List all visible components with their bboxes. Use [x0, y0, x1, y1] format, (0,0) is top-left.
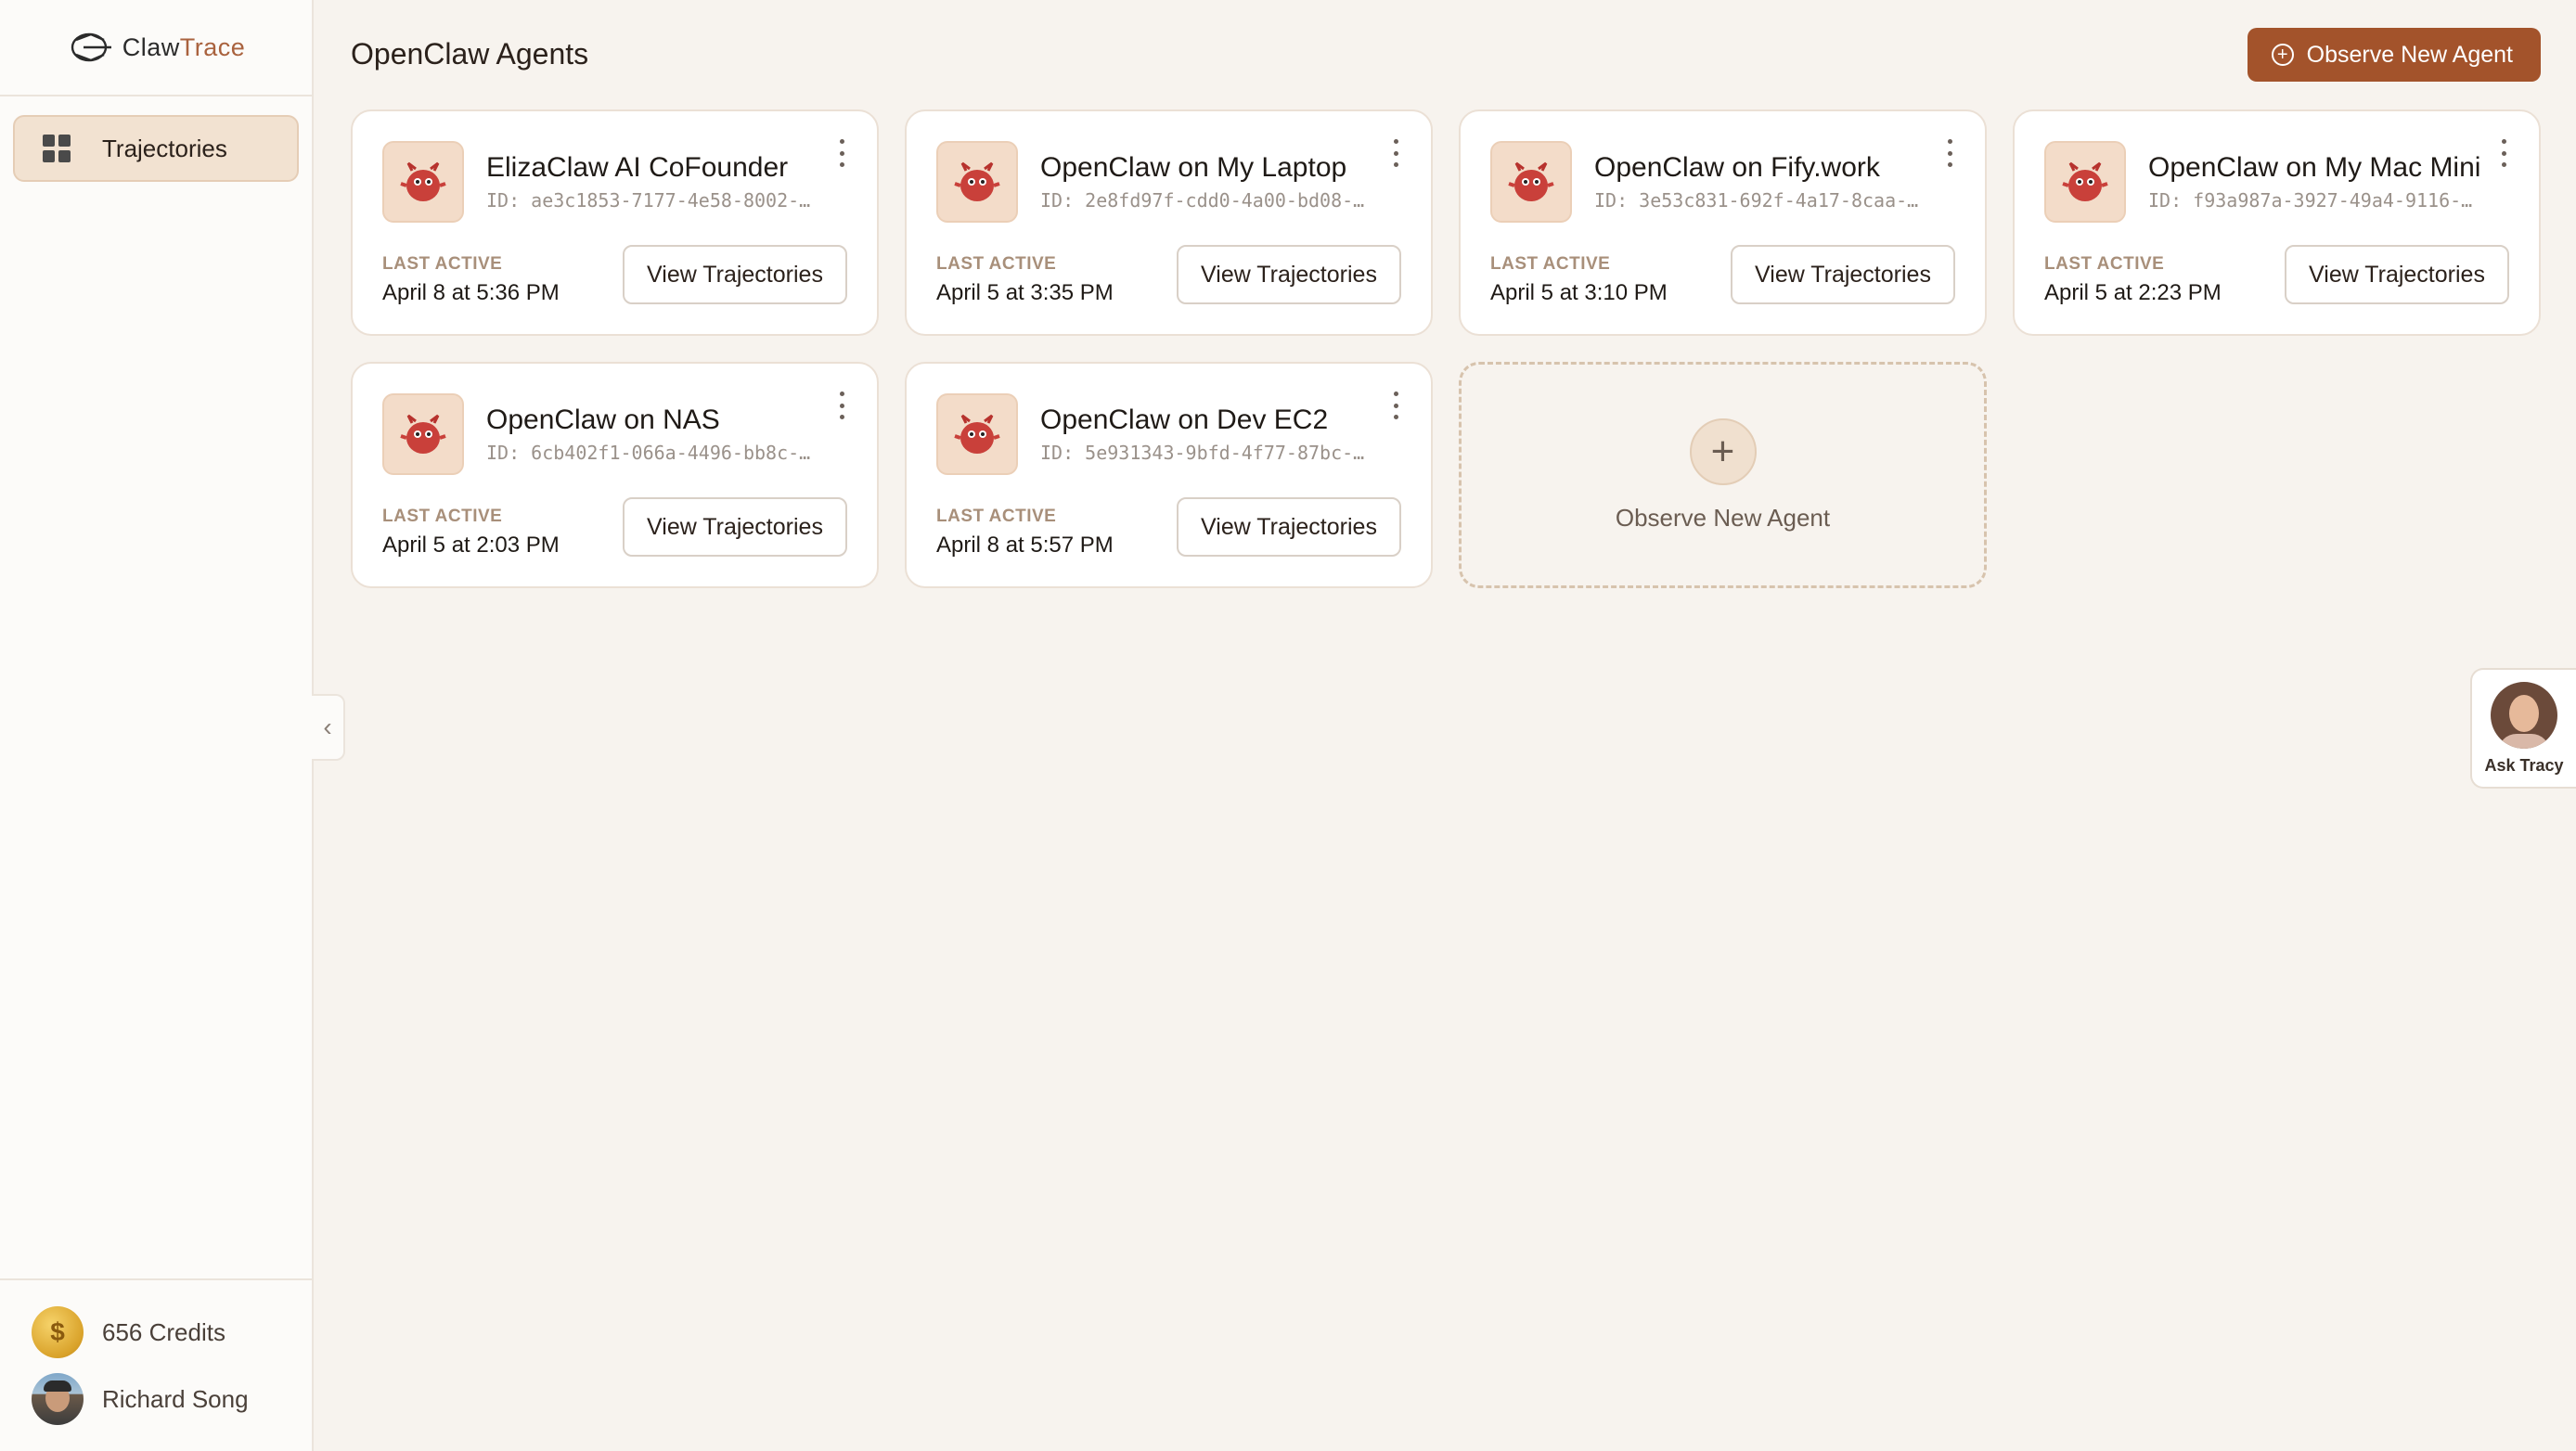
- agent-avatar-icon: [382, 141, 464, 223]
- sidebar-item-trajectories[interactable]: Trajectories: [13, 115, 299, 182]
- agent-id: ID: ae3c1853-7177-4e58-8002-…: [486, 189, 811, 212]
- view-trajectories-button[interactable]: View Trajectories: [1731, 245, 1955, 304]
- observe-new-agent-card[interactable]: + Observe New Agent: [1459, 362, 1987, 588]
- last-active-label: LAST ACTIVE: [382, 254, 503, 274]
- view-trajectories-button[interactable]: View Trajectories: [623, 497, 847, 557]
- last-active-value: April 5 at 3:35 PM: [936, 280, 1114, 305]
- agent-avatar-icon: [936, 393, 1018, 475]
- last-active-label: LAST ACTIVE: [382, 507, 503, 526]
- agent-avatar-icon: [382, 393, 464, 475]
- more-options-icon[interactable]: [838, 139, 845, 167]
- view-trajectories-button[interactable]: View Trajectories: [1177, 245, 1401, 304]
- clawtrace-logo-icon: [67, 27, 117, 68]
- agent-card: OpenClaw on My Mac Mini ID: f93a987a-392…: [2013, 109, 2541, 336]
- tracy-avatar: [2491, 681, 2557, 749]
- last-active-value: April 5 at 2:03 PM: [382, 533, 560, 558]
- agent-avatar-icon: [936, 141, 1018, 223]
- page-title: OpenClaw Agents: [351, 37, 589, 71]
- last-active-label: LAST ACTIVE: [1490, 254, 1611, 274]
- more-options-icon[interactable]: [1392, 139, 1399, 167]
- agent-id: ID: 5e931343-9bfd-4f77-87bc-…: [1040, 442, 1365, 464]
- agent-name: OpenClaw on My Laptop: [1040, 152, 1347, 183]
- user-name: Richard Song: [102, 1384, 249, 1413]
- more-options-icon[interactable]: [838, 392, 845, 419]
- last-active-label: LAST ACTIVE: [2044, 254, 2165, 274]
- last-active-value: April 8 at 5:36 PM: [382, 280, 560, 305]
- agent-name: OpenClaw on Fify.work: [1594, 152, 1880, 183]
- more-options-icon[interactable]: [1392, 392, 1399, 419]
- user-row[interactable]: Richard Song: [32, 1366, 280, 1432]
- last-active-value: April 5 at 3:10 PM: [1490, 280, 1668, 305]
- agent-grid: ElizaClaw AI CoFounder ID: ae3c1853-7177…: [351, 109, 2543, 588]
- agent-id: ID: 6cb402f1-066a-4496-bb8c-…: [486, 442, 811, 464]
- grid-icon: [43, 135, 71, 162]
- agent-card: OpenClaw on NAS ID: 6cb402f1-066a-4496-b…: [351, 362, 879, 588]
- agent-id: ID: 3e53c831-692f-4a17-8caa-…: [1594, 189, 1919, 212]
- more-options-icon[interactable]: [1946, 139, 1953, 167]
- credits-text: 656 Credits: [102, 1317, 225, 1346]
- agent-avatar-icon: [1490, 141, 1572, 223]
- ask-tracy-button[interactable]: Ask Tracy: [2470, 668, 2576, 789]
- agent-avatar-icon: [2044, 141, 2126, 223]
- credits-row[interactable]: $ 656 Credits: [32, 1299, 280, 1366]
- last-active-value: April 5 at 2:23 PM: [2044, 280, 2222, 305]
- sidebar-nav: Trajectories: [0, 96, 312, 200]
- agent-card: ElizaClaw AI CoFounder ID: ae3c1853-7177…: [351, 109, 879, 336]
- coin-icon: $: [32, 1306, 84, 1358]
- agent-id: ID: 2e8fd97f-cdd0-4a00-bd08-…: [1040, 189, 1365, 212]
- more-options-icon[interactable]: [2500, 139, 2507, 167]
- brand[interactable]: ClawTrace: [0, 0, 312, 96]
- app-window: ClawTrace Trajectories $ 656 Credits Ric…: [0, 0, 2576, 1451]
- sidebar: ClawTrace Trajectories $ 656 Credits Ric…: [0, 0, 314, 1451]
- last-active-label: LAST ACTIVE: [936, 507, 1057, 526]
- agent-card: OpenClaw on My Laptop ID: 2e8fd97f-cdd0-…: [905, 109, 1433, 336]
- ask-tracy-label: Ask Tracy: [2484, 755, 2564, 775]
- agent-name: OpenClaw on Dev EC2: [1040, 404, 1329, 435]
- last-active-label: LAST ACTIVE: [936, 254, 1057, 274]
- brand-name-part1: Claw: [122, 32, 180, 61]
- view-trajectories-button[interactable]: View Trajectories: [623, 245, 847, 304]
- agent-card: OpenClaw on Fify.work ID: 3e53c831-692f-…: [1459, 109, 1987, 336]
- sidebar-footer: $ 656 Credits Richard Song: [0, 1278, 312, 1451]
- agent-card: OpenClaw on Dev EC2 ID: 5e931343-9bfd-4f…: [905, 362, 1433, 588]
- view-trajectories-button[interactable]: View Trajectories: [2285, 245, 2509, 304]
- brand-name: ClawTrace: [122, 33, 246, 62]
- plus-circle-icon: +: [2271, 44, 2294, 66]
- plus-icon: +: [1689, 417, 1757, 485]
- agent-id: ID: f93a987a-3927-49a4-9116-…: [2148, 189, 2473, 212]
- last-active-value: April 8 at 5:57 PM: [936, 533, 1114, 558]
- view-trajectories-button[interactable]: View Trajectories: [1177, 497, 1401, 557]
- main-content: OpenClaw Agents + Observe New Agent Eliz…: [316, 0, 2576, 1451]
- agent-name: OpenClaw on My Mac Mini: [2148, 152, 2481, 183]
- brand-name-part2: Trace: [179, 32, 246, 61]
- sidebar-item-label: Trajectories: [102, 134, 227, 162]
- observe-new-agent-card-label: Observe New Agent: [1615, 503, 1831, 532]
- agent-name: ElizaClaw AI CoFounder: [486, 152, 789, 183]
- observe-new-agent-button[interactable]: + Observe New Agent: [2247, 28, 2541, 82]
- observe-new-agent-label: Observe New Agent: [2306, 41, 2513, 68]
- avatar: [32, 1373, 84, 1425]
- agent-name: OpenClaw on NAS: [486, 404, 720, 435]
